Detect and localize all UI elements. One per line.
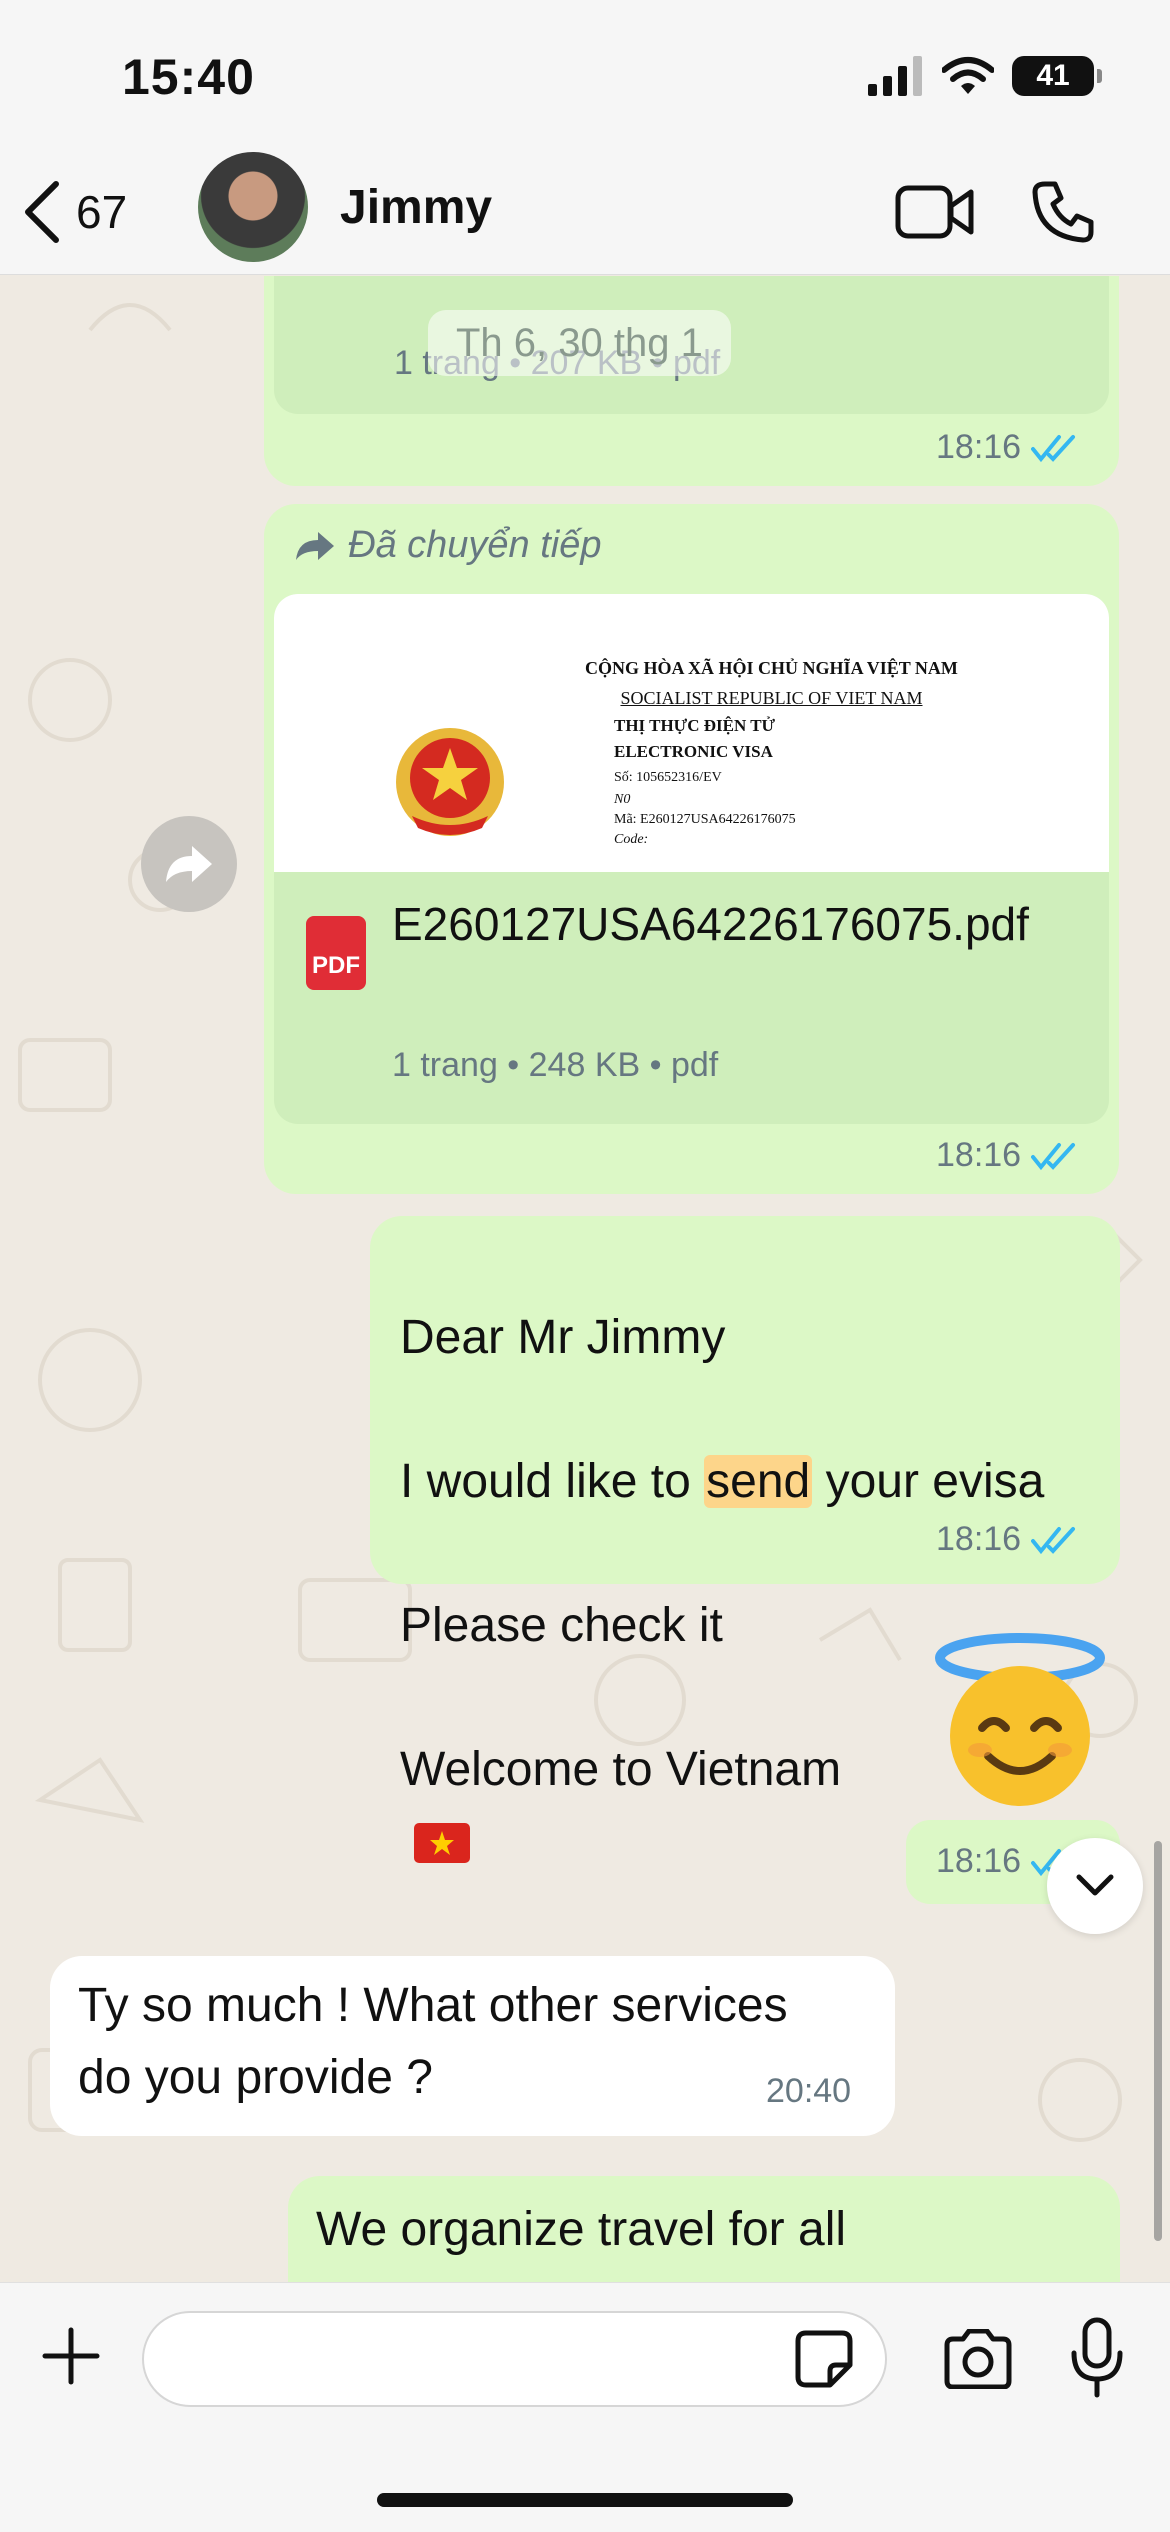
message-meta: 18:16 xyxy=(936,1136,1079,1175)
preview-line-3: THỊ THỰC ĐIỆN TỬ xyxy=(614,716,776,735)
emblem-icon xyxy=(396,728,504,836)
scroll-indicator[interactable] xyxy=(1154,1841,1162,2241)
message-text: We organize travel for all xyxy=(316,2203,847,2256)
camera-button[interactable] xyxy=(940,2321,1016,2397)
chat-area[interactable]: 1 trang • 207 KB • pdf 18:16 Th 6, 30 th… xyxy=(0,276,1170,2282)
text-message[interactable]: Dear Mr Jimmy I would like to send your … xyxy=(370,1216,1120,1863)
double-check-icon xyxy=(1031,1526,1076,1554)
voice-call-button[interactable] xyxy=(1018,174,1108,250)
document-info: 1 trang • 248 KB • pdf xyxy=(392,1046,719,1084)
message-input[interactable] xyxy=(142,2311,887,2407)
chevron-down-icon xyxy=(1076,1874,1114,1896)
forward-arrow-icon xyxy=(296,531,334,560)
highlighted-word: send xyxy=(704,1455,813,1508)
double-check-icon xyxy=(1031,1142,1076,1170)
microphone-button[interactable] xyxy=(1062,2315,1132,2401)
chat-header: 67 Jimmy xyxy=(0,150,1170,275)
message-line-2-end: your evisa xyxy=(812,1455,1045,1508)
message-time: 18:16 xyxy=(936,1842,1022,1880)
document-preview: CỘNG HÒA XÃ HỘI CHỦ NGHĨA VIỆT NAM SOCIA… xyxy=(274,594,1109,872)
date-separator: Th 6, 30 thg 1 xyxy=(428,310,731,376)
message-line-2-start: I would like to xyxy=(400,1455,705,1508)
forward-arrow-icon xyxy=(166,846,212,882)
document-name: E260127USA64226176075.pdf xyxy=(392,898,1029,950)
sticker-button[interactable] xyxy=(790,2325,858,2393)
preview-line-2: SOCIALIST REPUBLIC OF VIET NAM xyxy=(620,688,923,708)
document-card[interactable]: CỘNG HÒA XÃ HỘI CHỦ NGHĨA VIỆT NAM SOCIA… xyxy=(274,594,1109,1124)
microphone-icon xyxy=(1071,2317,1123,2398)
preview-line-4: ELECTRONIC VISA xyxy=(614,742,773,761)
forwarded-label-row: Đã chuyển tiếp xyxy=(294,524,602,567)
status-bar: 15:40 41 xyxy=(0,0,1170,150)
back-button[interactable]: 67 xyxy=(22,172,127,252)
contact-name[interactable]: Jimmy xyxy=(340,180,492,235)
message-time: 18:16 xyxy=(936,1520,1022,1558)
chevron-left-icon xyxy=(25,181,59,243)
camera-icon xyxy=(944,2329,1012,2389)
preview-line-6: N0 xyxy=(614,792,631,807)
double-check-icon xyxy=(1031,434,1076,462)
wifi-icon xyxy=(942,57,994,94)
avatar[interactable] xyxy=(198,152,308,262)
message-line-4-text: Welcome to Vietnam xyxy=(400,1743,842,1796)
forwarded-document-message[interactable]: Đã chuyển tiếp CỘNG HÒA XÃ HỘI CHỦ NGHĨA… xyxy=(264,504,1119,1194)
signal-icon xyxy=(868,56,922,96)
preview-line-5: Số: 105652316/EV xyxy=(614,770,722,785)
home-indicator[interactable] xyxy=(377,2493,793,2507)
forward-button[interactable] xyxy=(141,816,237,912)
battery-indicator: 41 xyxy=(1012,56,1102,96)
forwarded-label: Đã chuyển tiếp xyxy=(348,524,602,566)
status-time: 15:40 xyxy=(122,49,255,105)
message-line-1: Dear Mr Jimmy xyxy=(400,1311,726,1364)
incoming-text-message[interactable]: Ty so much ! What other services do you … xyxy=(50,1956,895,2136)
text-message[interactable]: We organize travel for all xyxy=(288,2176,1120,2282)
status-icons: 41 xyxy=(868,56,1102,96)
preview-line-1: CỘNG HÒA XÃ HỘI CHỦ NGHĨA VIỆT NAM xyxy=(585,658,958,678)
video-call-button[interactable] xyxy=(870,174,1000,250)
video-camera-icon xyxy=(895,185,974,239)
message-time: 18:16 xyxy=(936,428,1022,466)
message-line-2: I would like to send your evisa xyxy=(400,1446,1110,1518)
vietnam-flag-icon xyxy=(414,1823,470,1863)
message-meta: 18:16 xyxy=(936,428,1079,467)
message-text: Ty so much ! What other services do you … xyxy=(78,1979,788,2104)
unread-count: 67 xyxy=(76,186,128,238)
emoji-message[interactable] xyxy=(930,1628,1110,1808)
phone-icon xyxy=(1032,181,1094,243)
message-time: 18:16 xyxy=(936,1136,1022,1174)
attach-button[interactable] xyxy=(36,2321,106,2391)
preview-line-8: Code: xyxy=(614,832,649,847)
halo-smile-emoji-icon xyxy=(935,1633,1105,1806)
plus-icon xyxy=(42,2327,100,2385)
document-message[interactable]: 1 trang • 207 KB • pdf 18:16 xyxy=(264,276,1119,486)
message-time: 20:40 xyxy=(766,2072,852,2110)
preview-line-7: Mã: E260127USA64226176075 xyxy=(614,812,796,827)
pdf-file-icon: PDF xyxy=(306,916,366,990)
message-meta: 18:16 xyxy=(936,1520,1079,1559)
message-input-bar xyxy=(0,2282,1170,2532)
scroll-to-bottom-button[interactable] xyxy=(1047,1838,1143,1934)
sticker-icon xyxy=(795,2330,853,2388)
message-meta: 20:40 xyxy=(766,2072,851,2111)
